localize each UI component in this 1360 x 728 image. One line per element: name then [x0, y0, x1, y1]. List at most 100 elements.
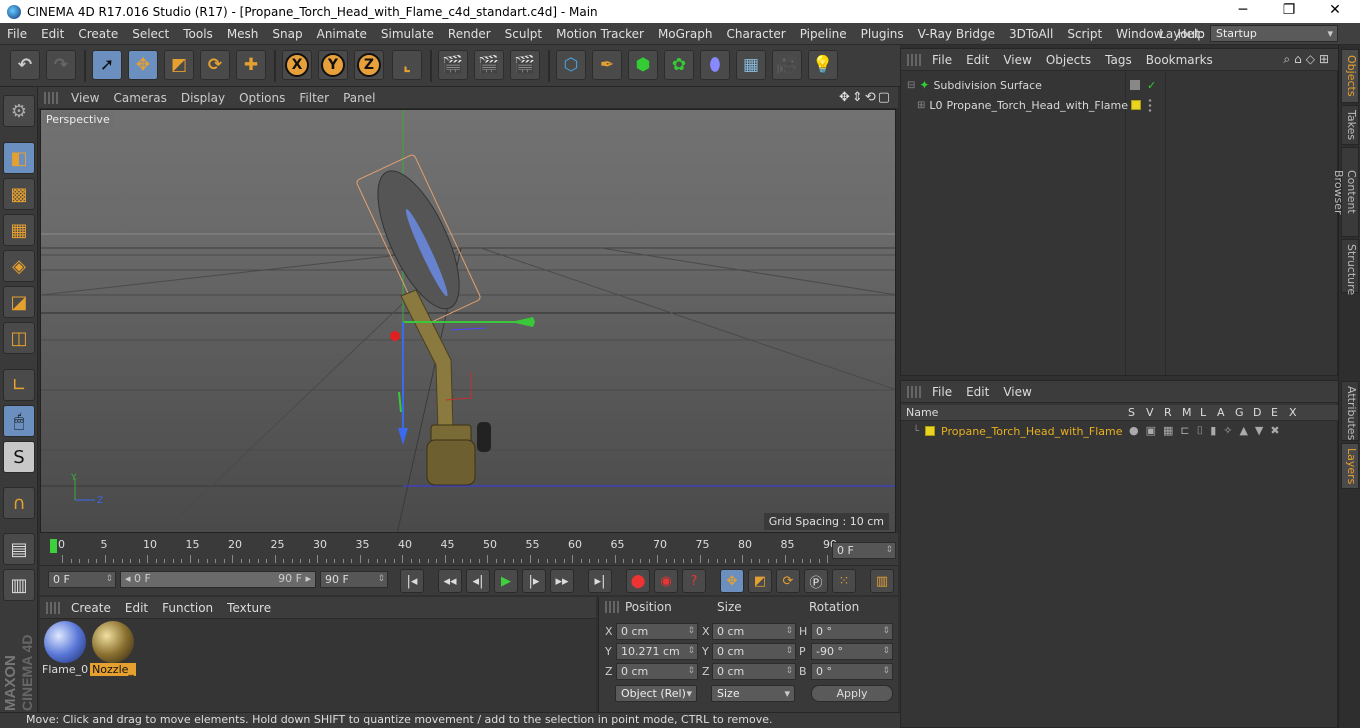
layer-color-icon[interactable]: [925, 426, 936, 436]
enabled-check-icon[interactable]: ✓: [1147, 79, 1156, 92]
camera-icon[interactable]: 🎥: [772, 50, 802, 80]
panel-grip-icon[interactable]: [44, 91, 58, 104]
visibility-toggle-icon[interactable]: [1130, 80, 1140, 90]
go-to-end-icon[interactable]: ▸|: [588, 569, 612, 593]
visibility-dots-icon[interactable]: [1147, 98, 1153, 112]
torch-knob[interactable]: [477, 422, 491, 452]
column-locked[interactable]: L: [1200, 406, 1206, 419]
key-pla-icon[interactable]: ⁙: [832, 569, 856, 593]
column-expressions[interactable]: E: [1271, 406, 1278, 419]
om-menu-tags[interactable]: Tags: [1098, 53, 1139, 67]
deformer-icon[interactable]: ⬮: [700, 50, 730, 80]
timeline-window-icon[interactable]: ▥: [870, 569, 894, 593]
live-selection-icon[interactable]: ➚: [92, 50, 122, 80]
menu-simulate[interactable]: Simulate: [374, 27, 441, 41]
make-editable-icon[interactable]: ⚙: [3, 95, 35, 127]
size-y-field[interactable]: 0 cm: [712, 643, 796, 660]
viewport-menu-filter[interactable]: Filter: [292, 91, 336, 105]
menu-motion-tracker[interactable]: Motion Tracker: [549, 27, 651, 41]
column-render[interactable]: R: [1164, 406, 1172, 419]
keyframe-selection-icon[interactable]: ?: [682, 569, 706, 593]
om-menu-objects[interactable]: Objects: [1039, 53, 1098, 67]
object-row[interactable]: ⊟ ✦ Subdivision Surface ✓: [901, 75, 1339, 95]
om-menu-bookmarks[interactable]: Bookmarks: [1139, 53, 1220, 67]
workplane-lock-icon[interactable]: ▤: [3, 533, 35, 565]
column-view[interactable]: V: [1146, 406, 1154, 419]
x-axis-lock-button[interactable]: X: [282, 50, 312, 80]
torch-valve-body[interactable]: [426, 439, 476, 486]
layer-toggle-icons[interactable]: ●▣▦⊏⌷▮✧▲▼✖: [1129, 424, 1287, 438]
tab-structure[interactable]: Structure: [1341, 239, 1359, 295]
edit-render-settings-icon[interactable]: 🎬: [510, 50, 540, 80]
close-button[interactable]: ✕: [1312, 0, 1358, 23]
column-solo[interactable]: S: [1128, 406, 1135, 419]
menu-animate[interactable]: Animate: [310, 27, 374, 41]
spline-pen-icon[interactable]: ✒: [592, 50, 622, 80]
menu-select[interactable]: Select: [125, 27, 176, 41]
key-parameter-icon[interactable]: Ⓟ: [804, 569, 828, 593]
workplane-mode-icon[interactable]: ▦: [3, 214, 35, 246]
menu-edit[interactable]: Edit: [34, 27, 71, 41]
torch-nozzle-object[interactable]: [400, 289, 454, 431]
column-name[interactable]: Name: [906, 406, 938, 419]
object-row[interactable]: ⊞ L0 Propane_Torch_Head_with_Flame: [901, 95, 1339, 115]
collapse-icon[interactable]: ⊟: [907, 80, 915, 91]
material-menu-function[interactable]: Function: [155, 601, 220, 615]
panel-grip-icon[interactable]: [907, 53, 921, 66]
record-keys-icon[interactable]: ⬤: [626, 569, 650, 593]
column-deformers[interactable]: D: [1253, 406, 1261, 419]
texture-mode-icon[interactable]: ▩: [3, 178, 35, 210]
layer-menu-file[interactable]: File: [925, 385, 959, 399]
material-menu-texture[interactable]: Texture: [220, 601, 278, 615]
coordinate-mode-dropdown[interactable]: Object (Rel): [615, 685, 697, 702]
panel-grip-icon[interactable]: [605, 601, 619, 613]
menu-file[interactable]: File: [0, 27, 34, 41]
tab-takes[interactable]: Takes: [1341, 105, 1359, 145]
viewport-menu-display[interactable]: Display: [174, 91, 232, 105]
layer-color-icon[interactable]: [1131, 100, 1141, 110]
object-name[interactable]: Propane_Torch_Head_with_Flame: [947, 99, 1129, 112]
autokeying-icon[interactable]: ◉: [654, 569, 678, 593]
key-position-icon[interactable]: ✥: [720, 569, 744, 593]
undo-icon[interactable]: ↶: [10, 50, 40, 80]
key-rotation-icon[interactable]: ⟳: [776, 569, 800, 593]
model-mode-icon[interactable]: ◧: [3, 142, 35, 174]
material-menu-edit[interactable]: Edit: [118, 601, 155, 615]
layer-name[interactable]: Propane_Torch_Head_with_Flame: [941, 425, 1123, 438]
layer-row[interactable]: └ Propane_Torch_Head_with_Flame ●▣▦⊏⌷▮✧▲…: [901, 421, 1339, 441]
perspective-viewport[interactable]: Y Z Perspective Grid Spacing : 10 cm: [40, 109, 896, 533]
planar-workplane-icon[interactable]: ▥: [3, 569, 35, 601]
size-z-field[interactable]: 0 cm: [712, 663, 796, 680]
menu-character[interactable]: Character: [719, 27, 792, 41]
snapping-magnet-icon[interactable]: ∩: [3, 487, 35, 519]
material-swatch[interactable]: Nozzle_: [90, 621, 136, 676]
go-to-start-icon[interactable]: |◂: [400, 569, 424, 593]
recent-tool-icon[interactable]: ✚: [236, 50, 266, 80]
enable-axis-icon[interactable]: ∟: [3, 369, 35, 401]
menu-render[interactable]: Render: [441, 27, 498, 41]
panel-grip-icon[interactable]: [907, 385, 921, 398]
material-swatch[interactable]: Flame_0: [42, 621, 88, 676]
polygons-mode-icon[interactable]: ◫: [3, 322, 35, 354]
menu-create[interactable]: Create: [71, 27, 125, 41]
column-generators[interactable]: G: [1235, 406, 1244, 419]
redo-icon[interactable]: ↷: [46, 50, 76, 80]
subdivision-surface-icon[interactable]: ⬢: [628, 50, 658, 80]
menu-script[interactable]: Script: [1060, 27, 1109, 41]
om-menu-edit[interactable]: Edit: [959, 53, 996, 67]
preview-range-slider[interactable]: ◂ 0 F 90 F ▸: [120, 571, 316, 588]
viewport-menu-cameras[interactable]: Cameras: [106, 91, 173, 105]
timeline-end-field[interactable]: 0 F: [832, 542, 896, 559]
viewport-scene[interactable]: Y Z: [41, 110, 896, 533]
y-axis-lock-button[interactable]: Y: [318, 50, 348, 80]
edges-mode-icon[interactable]: ◪: [3, 286, 35, 318]
menu-sculpt[interactable]: Sculpt: [498, 27, 549, 41]
render-to-picture-viewer-icon[interactable]: 🎬: [474, 50, 504, 80]
apply-button[interactable]: Apply: [811, 685, 893, 702]
object-name[interactable]: Subdivision Surface: [933, 79, 1041, 92]
position-z-field[interactable]: 0 cm: [616, 663, 698, 680]
viewport-menu-panel[interactable]: Panel: [336, 91, 382, 105]
key-scale-icon[interactable]: ◩: [748, 569, 772, 593]
rotation-p-field[interactable]: -90 °: [811, 643, 893, 660]
viewport-navigation-icons[interactable]: ✥⇕⟲▢: [839, 90, 892, 105]
